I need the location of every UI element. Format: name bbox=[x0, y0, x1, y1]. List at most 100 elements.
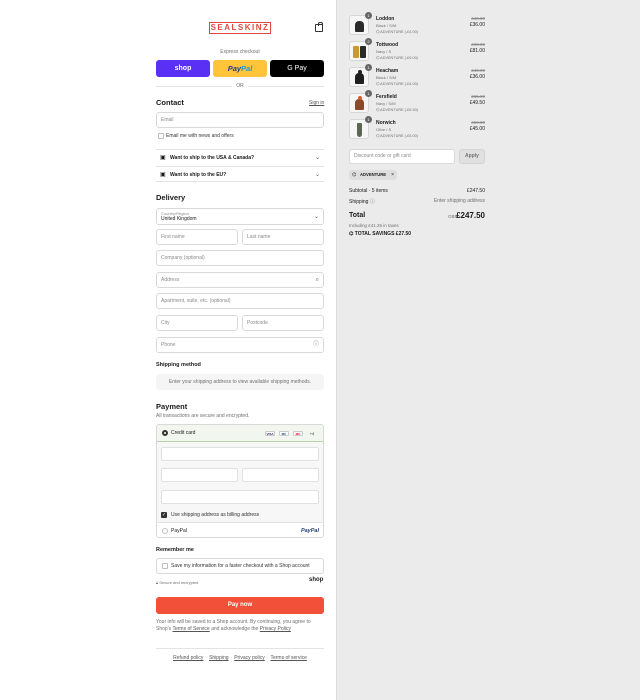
product-variant: Navy / S/M bbox=[376, 101, 396, 106]
save-info-checkbox[interactable] bbox=[162, 563, 168, 569]
apartment-field[interactable]: Apartment, suite, etc. (optional) bbox=[156, 293, 324, 309]
save-info-option[interactable]: Save my information for a faster checkou… bbox=[156, 558, 324, 574]
beanie-image bbox=[355, 21, 364, 32]
country-value: United Kingdom bbox=[161, 216, 197, 222]
footer-separator: · bbox=[230, 655, 233, 661]
save-info-label: Save my information for a faster checkou… bbox=[171, 563, 310, 569]
original-price: £50.00 bbox=[471, 120, 485, 125]
tag-icon: ⌬ bbox=[352, 172, 357, 178]
country-select[interactable]: Country/Region United Kingdom ⌄ bbox=[156, 208, 324, 225]
quantity-badge: 1 bbox=[365, 116, 372, 123]
original-price: £90.00 bbox=[471, 42, 485, 47]
cart-item: 1 Fersfield Navy / S/M ⌬ ADVENTURE (-£5.… bbox=[349, 90, 485, 115]
paypal-option[interactable]: PayPal PayPal bbox=[157, 522, 323, 537]
help-icon[interactable]: ⓘ bbox=[313, 342, 319, 348]
total-value: £247.50 bbox=[456, 211, 485, 220]
payment-subtitle: All transactions are secure and encrypte… bbox=[156, 413, 250, 419]
address-field[interactable]: Address ⌕ bbox=[156, 272, 324, 288]
postcode-field[interactable]: Postcode bbox=[242, 315, 324, 331]
shopping-bag-icon[interactable] bbox=[315, 22, 323, 32]
credit-card-radio[interactable] bbox=[162, 430, 168, 436]
email-field[interactable]: Email bbox=[156, 112, 324, 128]
product-variant: Olive / S bbox=[376, 127, 392, 132]
ship-eu-accordion[interactable]: ▣ Want to ship to the EU? ⌄ bbox=[156, 166, 324, 182]
credit-card-label: Credit card bbox=[171, 430, 196, 436]
terms-of-service-link[interactable]: Terms of service bbox=[270, 655, 306, 661]
paypal-radio[interactable] bbox=[162, 528, 168, 534]
help-icon[interactable]: ⓘ bbox=[370, 199, 375, 205]
delivery-heading: Delivery bbox=[156, 193, 186, 202]
product-discount: ⌬ ADVENTURE (-£9.00) bbox=[376, 55, 418, 60]
pompom-image bbox=[358, 70, 362, 74]
beanie-image bbox=[355, 99, 364, 110]
first-name-field[interactable]: First name bbox=[156, 229, 238, 245]
paypal-logo: PayPal bbox=[300, 528, 319, 534]
chevron-down-icon: ⌄ bbox=[313, 214, 319, 220]
discount-code-input[interactable]: Discount code or gift card bbox=[349, 149, 455, 164]
paypal-express-button[interactable]: PayPal bbox=[213, 60, 267, 77]
card-cvc-field[interactable] bbox=[242, 468, 319, 482]
paypal-logo-pay: Pay bbox=[227, 64, 242, 73]
google-pay-button[interactable]: G Pay bbox=[270, 60, 324, 77]
card-name-field[interactable] bbox=[161, 490, 319, 504]
legal-text: Your info will be saved to a Shop accoun… bbox=[156, 619, 324, 633]
product-discount: ⌬ ADVENTURE (-£5.50) bbox=[376, 107, 418, 112]
product-discount-label: ADVENTURE (-£5.00) bbox=[380, 134, 418, 138]
chevron-down-icon: ⌄ bbox=[314, 172, 320, 178]
globe-icon: ▣ bbox=[160, 172, 166, 178]
brand-logo[interactable]: SEALSKINZ bbox=[209, 22, 271, 34]
subtotal-value: £247.50 bbox=[466, 188, 485, 194]
payment-methods: Credit card VISA MC MC +4 ✓ Use shipping… bbox=[156, 424, 324, 538]
shop-pay-button[interactable]: shop bbox=[156, 60, 210, 77]
card-expiry-field[interactable] bbox=[161, 468, 238, 482]
terms-link[interactable]: Terms of Service bbox=[172, 626, 209, 632]
pompom-image bbox=[358, 96, 362, 100]
glove-image bbox=[353, 46, 359, 58]
product-discount-label: ADVENTURE (-£9.00) bbox=[380, 56, 418, 60]
ship-usa-canada-accordion[interactable]: ▣ Want to ship to the USA & Canada? ⌄ bbox=[156, 149, 324, 165]
mastercard-icon: MC bbox=[293, 431, 303, 436]
shipping-method-notice: Enter your shipping address to view avai… bbox=[156, 374, 324, 390]
contact-heading: Contact bbox=[156, 98, 184, 107]
credit-card-option[interactable]: Credit card VISA MC MC +4 bbox=[157, 425, 323, 442]
news-checkbox[interactable] bbox=[158, 133, 164, 139]
cart-item: 1 Norwich Olive / S ⌬ ADVENTURE (-£5.00)… bbox=[349, 116, 485, 141]
ship-eu-label: Want to ship to the EU? bbox=[170, 172, 227, 178]
product-discount: ⌬ ADVENTURE (-£4.00) bbox=[376, 81, 418, 86]
shipping-link[interactable]: Shipping bbox=[209, 655, 228, 661]
beanie-image bbox=[355, 73, 364, 84]
more-cards-badge: +4 bbox=[309, 431, 315, 436]
paypal-label: PayPal bbox=[171, 528, 187, 534]
last-name-field[interactable]: Last name bbox=[242, 229, 324, 245]
privacy-link[interactable]: Privacy Policy bbox=[260, 626, 291, 632]
subtotal-row: Subtotal · 5 items £247.50 bbox=[349, 188, 485, 194]
privacy-policy-link[interactable]: Privacy policy bbox=[234, 655, 265, 661]
refund-policy-link[interactable]: Refund policy bbox=[173, 655, 203, 661]
card-number-field[interactable] bbox=[161, 447, 319, 461]
shipping-row: Shipping ⓘ Enter shipping address bbox=[349, 198, 485, 205]
sign-in-link[interactable]: Sign in bbox=[309, 100, 324, 106]
apply-discount-button[interactable]: Apply bbox=[459, 149, 485, 164]
secure-encrypted-note: 🔒︎ Secure and encrypted bbox=[156, 580, 198, 585]
product-discount-label: ADVENTURE (-£5.50) bbox=[380, 108, 418, 112]
maestro-icon: MC bbox=[279, 431, 289, 436]
cart-item: 1 Heacham Black / S/M ⌬ ADVENTURE (-£4.0… bbox=[349, 64, 485, 89]
remove-discount-icon[interactable]: × bbox=[391, 170, 394, 180]
product-name: Tottwood bbox=[376, 42, 399, 48]
globe-icon: ▣ bbox=[160, 155, 166, 161]
total-savings: ⌬ TOTAL SAVINGS £27.50 bbox=[349, 231, 411, 237]
chevron-down-icon: ⌄ bbox=[314, 155, 320, 161]
pay-now-button[interactable]: Pay now bbox=[156, 597, 324, 614]
company-field[interactable]: Company (optional) bbox=[156, 250, 324, 266]
phone-field[interactable]: Phone ⓘ bbox=[156, 337, 324, 353]
quantity-badge: 1 bbox=[365, 90, 372, 97]
footer-separator: · bbox=[266, 655, 269, 661]
quantity-badge: 1 bbox=[365, 12, 372, 19]
secure-encrypted-label: Secure and encrypted bbox=[159, 580, 199, 585]
city-field[interactable]: City bbox=[156, 315, 238, 331]
footer-links: Refund policy · Shipping · Privacy policy · Te… bbox=[156, 648, 324, 661]
footer-separator: · bbox=[205, 655, 208, 661]
billing-same-checkbox[interactable]: ✓ bbox=[161, 512, 167, 518]
shipping-value: Enter shipping address bbox=[433, 198, 485, 204]
original-price: £40.00 bbox=[471, 16, 485, 21]
